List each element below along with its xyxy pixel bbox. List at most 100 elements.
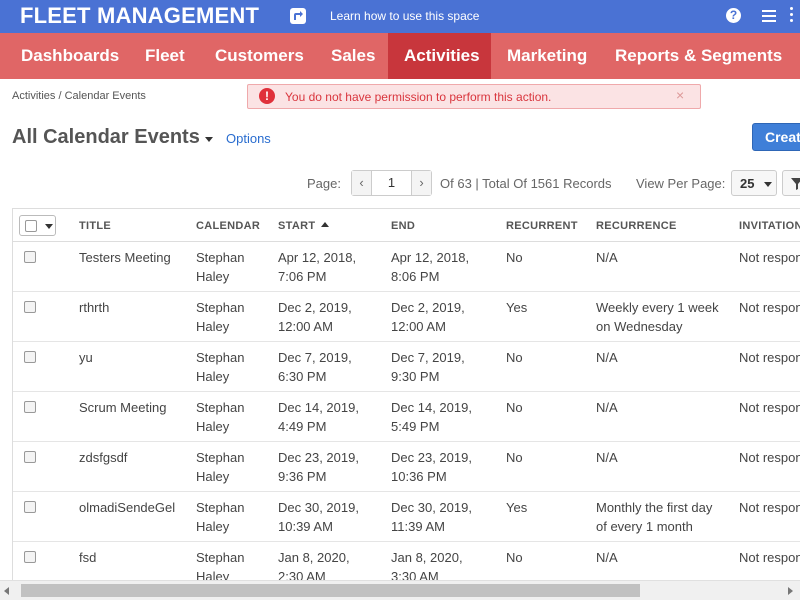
- nav-item-marketing[interactable]: Marketing: [491, 33, 603, 79]
- cell-end: Dec 23, 2019, 10:36 PM: [391, 448, 472, 486]
- cell-calendar: Stephan Haley: [196, 548, 244, 580]
- cell-recurrence: N/A: [596, 548, 618, 567]
- column-header-recurrence[interactable]: RECURRENCE: [596, 220, 677, 232]
- row-checkbox[interactable]: [24, 351, 36, 363]
- table-row[interactable]: Scrum Meeting Stephan Haley Dec 14, 2019,…: [13, 392, 800, 442]
- column-header-start[interactable]: START: [278, 220, 330, 232]
- cell-end-date: Dec 30, 2019,: [391, 500, 472, 515]
- scroll-left-icon[interactable]: [4, 587, 9, 595]
- page-number-input[interactable]: 1: [372, 171, 411, 195]
- main-nav: Dashboards Fleet Customers Sales Activit…: [0, 33, 800, 79]
- scrollbar-thumb[interactable]: [21, 584, 640, 597]
- cell-end-time: 12:00 AM: [391, 319, 446, 334]
- cell-recurrent: Yes: [506, 300, 528, 315]
- column-header-title[interactable]: TITLE: [79, 220, 111, 232]
- cell-calendar: Stephan Haley: [196, 498, 244, 536]
- horizontal-scrollbar[interactable]: [0, 580, 800, 600]
- table-row[interactable]: Testers Meeting Stephan Haley Apr 12, 201…: [13, 242, 800, 292]
- column-header-end[interactable]: END: [391, 220, 415, 232]
- cell-title[interactable]: Testers Meeting: [79, 248, 171, 267]
- breadcrumb-parent[interactable]: Activities: [12, 90, 55, 102]
- error-icon: !: [259, 88, 275, 104]
- select-all-dropdown[interactable]: [19, 215, 56, 236]
- cell-calendar: Stephan Haley: [196, 348, 244, 386]
- table-row[interactable]: fsd Stephan Haley Jan 8, 2020, 2:30 AM Jan…: [13, 542, 800, 580]
- cell-start-date: Dec 7, 2019,: [278, 350, 352, 365]
- cell-recurrence: Monthly the first day of every 1 month: [596, 498, 712, 536]
- chevron-down-icon[interactable]: [45, 224, 53, 229]
- row-checkbox[interactable]: [24, 401, 36, 413]
- external-link-icon[interactable]: [290, 8, 306, 24]
- cell-start-time: 10:39 AM: [278, 519, 333, 534]
- app-title[interactable]: FLEET MANAGEMENT: [20, 3, 259, 29]
- row-checkbox[interactable]: [24, 251, 36, 263]
- prev-page-button[interactable]: ‹: [352, 171, 372, 195]
- cell-invitation: Not respon: [739, 350, 800, 365]
- nav-item-reports-segments[interactable]: Reports & Segments: [599, 33, 798, 79]
- row-checkbox[interactable]: [24, 301, 36, 313]
- cell-title[interactable]: olmadiSendeGel: [79, 498, 175, 517]
- cell-start-time: 7:06 PM: [278, 269, 327, 284]
- cell-end-time: 8:06 PM: [391, 269, 440, 284]
- column-header-calendar[interactable]: CALENDAR: [196, 220, 260, 232]
- more-vertical-icon[interactable]: [790, 7, 793, 24]
- cell-end: Jan 8, 2020, 3:30 AM: [391, 548, 463, 580]
- breadcrumb: Activities / Calendar Events: [12, 90, 146, 102]
- row-checkbox[interactable]: [24, 501, 36, 513]
- cell-calendar-line1: Stephan: [196, 350, 245, 365]
- events-table: TITLE CALENDAR START END RECURRENT RECUR…: [12, 208, 800, 580]
- table-row[interactable]: zdsfgsdf Stephan Haley Dec 23, 2019, 9:36 …: [13, 442, 800, 492]
- nav-item-fleet[interactable]: Fleet: [129, 33, 201, 79]
- chevron-down-icon[interactable]: [205, 137, 213, 142]
- nav-item-sales[interactable]: Sales: [315, 33, 391, 79]
- cell-title[interactable]: rthrth: [79, 298, 109, 317]
- scroll-right-icon[interactable]: [788, 587, 793, 595]
- cell-end-time: 11:39 AM: [391, 519, 445, 534]
- learn-link[interactable]: Learn how to use this space: [330, 9, 479, 23]
- menu-icon[interactable]: [762, 10, 776, 22]
- cell-recurrence: N/A: [596, 348, 618, 367]
- nav-item-activities[interactable]: Activities: [388, 33, 491, 79]
- cell-invitation: Not respon: [739, 400, 800, 415]
- filter-button[interactable]: [782, 170, 800, 196]
- cell-end-time: 3:30 AM: [391, 569, 439, 580]
- page-title[interactable]: All Calendar Events: [12, 126, 200, 149]
- row-checkbox[interactable]: [24, 451, 36, 463]
- table-row[interactable]: rthrth Stephan Haley Dec 2, 2019, 12:00 AM…: [13, 292, 800, 342]
- select-all-checkbox[interactable]: [25, 220, 37, 232]
- nav-item-dashboards[interactable]: Dashboards: [0, 33, 140, 79]
- close-icon[interactable]: ×: [676, 87, 684, 103]
- cell-invitation: Not respon: [739, 250, 800, 265]
- cell-start: Dec 7, 2019, 6:30 PM: [278, 348, 352, 386]
- cell-recurrence: N/A: [596, 448, 618, 467]
- table-row[interactable]: olmadiSendeGel Stephan Haley Dec 30, 2019…: [13, 492, 800, 542]
- cell-start: Dec 14, 2019, 4:49 PM: [278, 398, 359, 436]
- cell-end: Dec 2, 2019, 12:00 AM: [391, 298, 465, 336]
- options-link[interactable]: Options: [226, 131, 271, 146]
- nav-item-customers[interactable]: Customers: [199, 33, 320, 79]
- cell-start-date: Dec 2, 2019,: [278, 300, 352, 315]
- pager-info: Of 63 | Total Of 1561 Records: [440, 176, 612, 191]
- cell-calendar-line1: Stephan: [196, 500, 245, 515]
- cell-calendar: Stephan Haley: [196, 298, 244, 336]
- cell-end: Dec 7, 2019, 9:30 PM: [391, 348, 465, 386]
- view-per-page-select[interactable]: 25: [731, 170, 777, 196]
- help-icon[interactable]: ?: [726, 8, 741, 23]
- row-checkbox[interactable]: [24, 551, 36, 563]
- cell-recurrent: No: [506, 250, 523, 265]
- cell-start-date: Apr 12, 2018,: [278, 250, 357, 265]
- cell-recurrence-line1: Weekly every 1 week: [596, 300, 719, 315]
- next-page-button[interactable]: ›: [411, 171, 431, 195]
- cell-start-date: Dec 14, 2019,: [278, 400, 359, 415]
- cell-calendar-line1: Stephan: [196, 300, 245, 315]
- cell-title[interactable]: Scrum Meeting: [79, 398, 166, 417]
- column-header-invitation[interactable]: INVITATION: [739, 220, 800, 232]
- cell-calendar-line2: Haley: [196, 269, 230, 284]
- cell-title[interactable]: yu: [79, 348, 93, 367]
- create-button[interactable]: Create: [752, 123, 800, 151]
- cell-calendar-line2: Haley: [196, 569, 230, 580]
- table-row[interactable]: yu Stephan Haley Dec 7, 2019, 6:30 PM Dec …: [13, 342, 800, 392]
- cell-title[interactable]: zdsfgsdf: [79, 448, 127, 467]
- column-header-recurrent[interactable]: RECURRENT: [506, 220, 578, 232]
- cell-title[interactable]: fsd: [79, 548, 96, 567]
